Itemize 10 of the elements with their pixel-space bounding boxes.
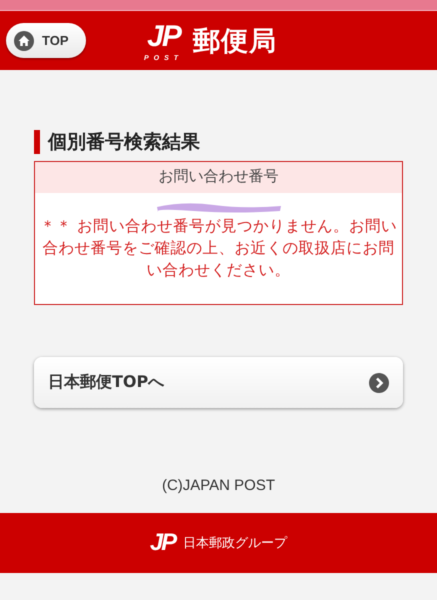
top-button[interactable]: TOP xyxy=(6,23,86,58)
home-icon xyxy=(14,30,34,50)
section-title: 個別番号検索結果 xyxy=(34,130,403,154)
site-title: 郵便局 xyxy=(193,24,278,58)
japan-post-top-button[interactable]: 日本郵便TOPへ xyxy=(34,357,403,408)
error-message: ＊＊ お問い合わせ番号が見つかりません。お問い合わせ番号をご確認の上、お近くの取扱店にお問い合わせください。 xyxy=(39,216,398,281)
footer-logo: JP xyxy=(150,529,176,557)
copyright: (C)JAPAN POST xyxy=(160,477,276,494)
column-header: お問い合わせ番号 xyxy=(35,162,402,193)
group-name: 日本郵政グループ xyxy=(183,535,288,552)
